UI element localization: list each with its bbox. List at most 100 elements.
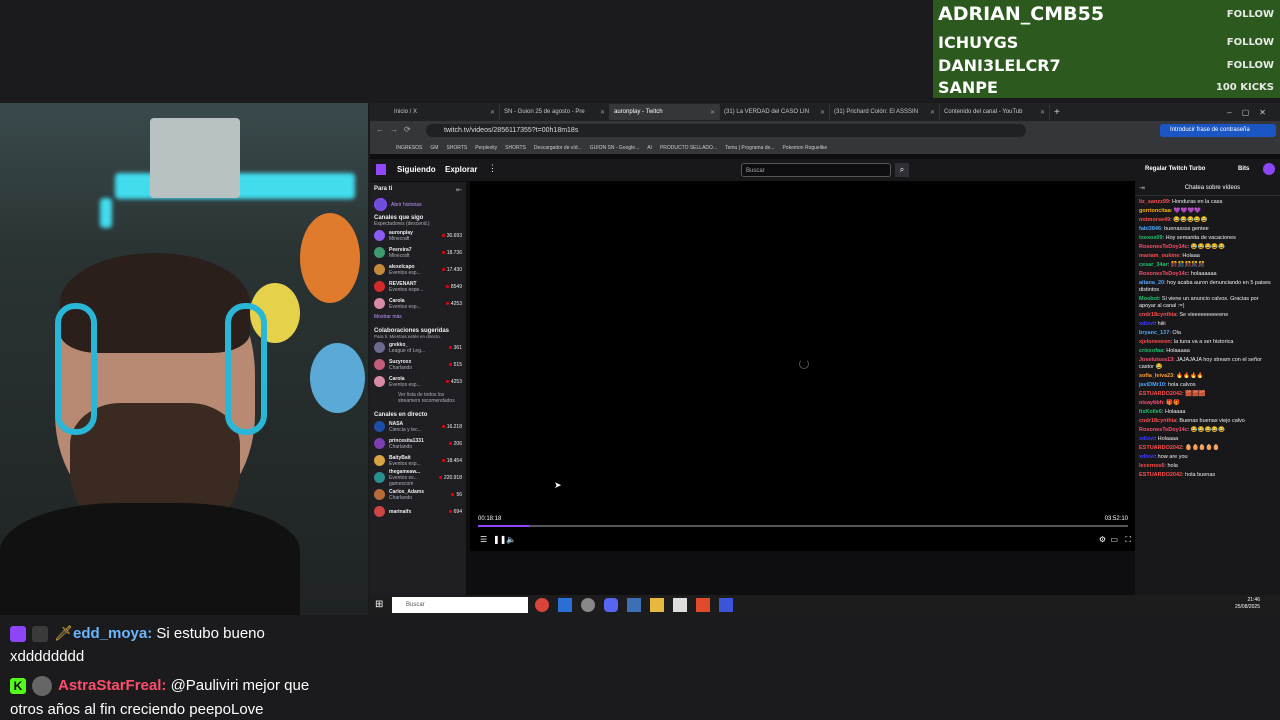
bookmark-item[interactable]: AI: [647, 145, 652, 151]
close-tab-icon[interactable]: ✕: [930, 109, 935, 116]
show-more-link[interactable]: Mostrar más: [370, 312, 466, 322]
chat-username[interactable]: javiDMr10: [1139, 382, 1165, 388]
chat-username[interactable]: bryanc_137: [1139, 330, 1169, 336]
chat-username[interactable]: RosonesTeDoy14c: [1139, 271, 1188, 277]
sidebar-channel[interactable]: marinaifx 694: [370, 503, 466, 520]
close-tab-icon[interactable]: ✕: [1040, 109, 1045, 116]
bookmark-item[interactable]: INGRESOS: [396, 145, 422, 151]
chat-username[interactable]: ItsKolle6: [1139, 409, 1162, 415]
chat-username[interactable]: cesar_34ar: [1139, 262, 1168, 268]
chat-username[interactable]: nisaybbh: [1139, 400, 1163, 406]
chat-username[interactable]: ESTUARDO2042: [1139, 472, 1182, 478]
sidebar-channel[interactable]: thegameaw... Eventos es... gamescom 220.91…: [370, 469, 466, 487]
search-icon[interactable]: ⌕: [895, 163, 909, 177]
brave-icon[interactable]: [696, 598, 710, 612]
chat-username[interactable]: txexos09: [1139, 235, 1163, 241]
settings-icon[interactable]: ⚙: [1099, 535, 1106, 544]
close-tab-icon[interactable]: ✕: [490, 109, 495, 116]
discord-icon[interactable]: [604, 598, 618, 612]
app-icon[interactable]: [719, 598, 733, 612]
password-prompt[interactable]: Introducir frase de contraseña: [1160, 124, 1276, 137]
sidebar-channel[interactable]: Carlos_Adams Charlando 56: [370, 486, 466, 503]
window-controls[interactable]: –▢✕: [1227, 108, 1280, 117]
chat-username[interactable]: Joseluisss13: [1139, 357, 1173, 363]
new-tab-button[interactable]: +: [1054, 107, 1060, 118]
twitch-logo-icon[interactable]: [376, 164, 386, 175]
bookmark-item[interactable]: PRODUCTO SELLADO...: [660, 145, 717, 151]
bookmark-item[interactable]: SHORTS: [446, 145, 467, 151]
volume-icon[interactable]: 🔈: [506, 535, 516, 544]
nav-buttons[interactable]: ←→⟳: [376, 125, 417, 134]
chat-username[interactable]: RosonesTeDoy14c: [1139, 244, 1188, 250]
windows-start-icon[interactable]: ⊞: [375, 599, 383, 610]
chat-username[interactable]: xdixvi: [1139, 454, 1155, 460]
chat-username[interactable]: notmorse49: [1139, 217, 1170, 223]
app-icon[interactable]: [581, 598, 595, 612]
sidebar-channel[interactable]: Carola Eventos esp... 4253: [370, 373, 466, 390]
sidebar-channel[interactable]: alexelcapo Eventos esp... 17.430: [370, 261, 466, 278]
chat-username[interactable]: mariam_oukine: [1139, 253, 1179, 259]
browser-tab[interactable]: Contenido del canal - YouTub ✕: [940, 104, 1050, 120]
stories-row[interactable]: Abrir historias: [370, 194, 466, 215]
taskbar-search-input[interactable]: Buscar: [392, 597, 528, 613]
more-icon[interactable]: ⋮: [488, 163, 497, 174]
sidebar-channel[interactable]: NASA Ciencia y tec... 16.218: [370, 418, 466, 435]
chat-username[interactable]: lecernes6: [1139, 463, 1164, 469]
bookmark-item[interactable]: GUION SN - Google...: [590, 145, 639, 151]
chat-username[interactable]: xjeloneeeon: [1139, 339, 1171, 345]
sidebar-channel[interactable]: auronplay Minecraft 30.693: [370, 227, 466, 244]
video-player[interactable]: 00:18:18 03:52:10 ☰ ❚❚ 🔈 ⚙ ▭ ⛶: [470, 181, 1136, 551]
bookmark-item[interactable]: SHORTS: [505, 145, 526, 151]
progress-bar[interactable]: [478, 525, 1128, 527]
chat-username[interactable]: aitana_20: [1139, 280, 1164, 286]
browser-tab[interactable]: (31) Prichard Colón: El ASSSIN ✕: [830, 104, 940, 120]
gift-turbo-button[interactable]: Regalar Twitch Turbo: [1145, 166, 1205, 172]
chat-username[interactable]: cndr18cynthia: [1139, 312, 1176, 318]
chat-username[interactable]: sofia_leiva23: [1139, 373, 1173, 379]
chat-username[interactable]: liz_sanzz99: [1139, 199, 1169, 205]
sidebar-channel[interactable]: princesita1331 Charlando 206: [370, 435, 466, 452]
browser-tab[interactable]: Inicio / X ✕: [390, 104, 500, 120]
sidebar-channel[interactable]: Peereira7 Minecraft 18.736: [370, 244, 466, 261]
browser-tab[interactable]: auronplay - Twitch ✕: [610, 104, 720, 120]
chat-username[interactable]: ESTUARDO2042: [1139, 391, 1182, 397]
nav-following[interactable]: Siguiendo: [397, 165, 436, 174]
bookmark-item[interactable]: GM: [430, 145, 438, 151]
sidebar-channel[interactable]: REVENANT Eventos espe... 8549: [370, 278, 466, 295]
chat-username[interactable]: crixxofaa: [1139, 348, 1163, 354]
nav-browse[interactable]: Explorar: [445, 165, 477, 174]
browser-tab[interactable]: SN - Guion 25 de agosto - Pre ✕: [500, 104, 610, 120]
chat-username[interactable]: gorrioncitaa: [1139, 208, 1171, 214]
pause-icon[interactable]: ❚❚: [493, 535, 506, 544]
collab-list-link[interactable]: Ver lista de todos los streamers recomen…: [370, 390, 466, 406]
stories-link[interactable]: Abrir historias: [391, 202, 422, 208]
close-tab-icon[interactable]: ✕: [600, 109, 605, 116]
taskbar-clock[interactable]: 21:46 25/08/2025: [1235, 597, 1260, 611]
chat-username[interactable]: ESTUARDO2042: [1139, 445, 1182, 451]
chat-username[interactable]: cndr18cynthia: [1139, 418, 1176, 424]
app-icon[interactable]: [558, 598, 572, 612]
close-tab-icon[interactable]: ✕: [710, 109, 715, 116]
file-icon[interactable]: [673, 598, 687, 612]
chat-username[interactable]: Moobot: [1139, 296, 1159, 302]
sidebar-channel[interactable]: BaityBait Eventos esp... 18.454: [370, 452, 466, 469]
bookmark-item[interactable]: Pokemon Roguelike: [782, 145, 827, 151]
bookmark-item[interactable]: Perplexity: [475, 145, 497, 151]
folder-icon[interactable]: [650, 598, 664, 612]
chat-username[interactable]: xdixvi: [1139, 321, 1155, 327]
sidebar-channel[interactable]: Suzyroxx Charlando 515: [370, 356, 466, 373]
chat-username[interactable]: fabi3846: [1139, 226, 1161, 232]
chapters-icon[interactable]: ☰: [480, 535, 487, 544]
search-input[interactable]: Buscar: [741, 163, 891, 177]
chat-username[interactable]: RosonesTeDoy14c: [1139, 427, 1188, 433]
theatre-mode-icon[interactable]: ▭: [1110, 535, 1118, 544]
collapse-chat-icon[interactable]: ⇥: [1135, 184, 1145, 192]
avatar[interactable]: [1263, 163, 1275, 175]
close-tab-icon[interactable]: ✕: [820, 109, 825, 116]
url-input[interactable]: twitch.tv/videos/2856117355?t=00h18m18s: [426, 124, 1026, 137]
browser-tab[interactable]: (31) La VERDAD del CASO LIN ✕: [720, 104, 830, 120]
bookmark-item[interactable]: Descargador de víd...: [534, 145, 582, 151]
sidebar-channel[interactable]: grekko_ League of Leg... 361: [370, 339, 466, 356]
app-icon[interactable]: [627, 598, 641, 612]
chrome-icon[interactable]: [535, 598, 549, 612]
